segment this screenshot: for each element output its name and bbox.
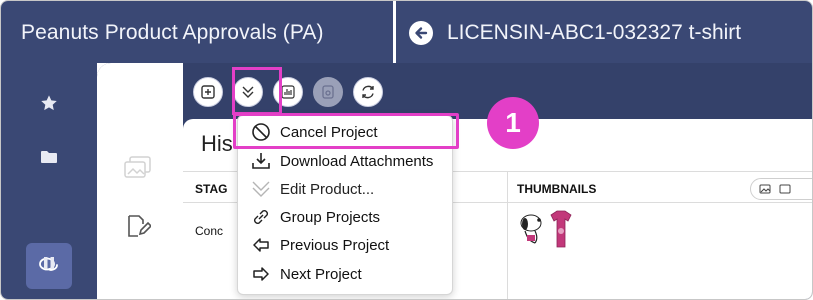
- pause-icon: [44, 257, 54, 269]
- step-badge: 1: [487, 97, 539, 149]
- menu-item-highlight: [233, 113, 459, 149]
- image-gallery-icon[interactable]: [123, 155, 153, 181]
- menu-item-group-projects[interactable]: Group Projects: [238, 203, 454, 231]
- menu-item-download-attachments[interactable]: Download Attachments: [238, 147, 454, 175]
- title-bar: Peanuts Product Approvals (PA) LICENSIN-…: [1, 1, 812, 63]
- column-divider: [507, 171, 508, 299]
- arrow-right-icon: [250, 263, 272, 285]
- folder-icon: [41, 151, 57, 163]
- toolbar-highlight: [232, 67, 282, 115]
- star-icon: [41, 95, 57, 111]
- column-header-thumbnails[interactable]: THUMBNAILS: [517, 182, 596, 196]
- secondary-rail: [97, 63, 183, 299]
- title-divider: [393, 1, 396, 63]
- product-thumbnail[interactable]: [517, 209, 575, 249]
- menu-item-label: Download Attachments: [280, 152, 434, 170]
- sidebar-item-favorites[interactable]: [39, 93, 59, 113]
- menu-item-label: Edit Product...: [280, 180, 375, 198]
- add-button[interactable]: [193, 77, 223, 107]
- tshirt-thumbnail: [550, 210, 572, 248]
- bar-chart-icon: [281, 85, 295, 99]
- back-button[interactable]: [409, 21, 433, 45]
- menu-item-edit-product[interactable]: Edit Product...: [238, 175, 454, 203]
- save-icon: [322, 85, 334, 99]
- add-icon: [201, 85, 215, 99]
- column-header-stage[interactable]: STAG: [195, 182, 227, 196]
- chevron-down-icon: [250, 178, 272, 200]
- link-icon: [250, 206, 272, 228]
- download-icon: [250, 150, 272, 172]
- arrow-left-icon: [250, 234, 272, 256]
- sidebar: [1, 63, 97, 299]
- panel-heading: His: [201, 131, 233, 156]
- app-window: Peanuts Product Approvals (PA) LICENSIN-…: [0, 0, 813, 300]
- sidebar-item-paused[interactable]: [39, 253, 59, 273]
- menu-item-label: Next Project: [280, 265, 362, 283]
- table-cell-stage: Conc: [195, 224, 224, 238]
- menu-item-label: Group Projects: [280, 208, 381, 226]
- menu-item-previous-project[interactable]: Previous Project: [238, 231, 454, 259]
- snoopy-thumbnail: [520, 214, 542, 244]
- view-toggle[interactable]: [750, 178, 812, 200]
- edit-document-icon[interactable]: [125, 213, 151, 239]
- arrow-left-icon: [415, 27, 428, 39]
- save-button[interactable]: [313, 77, 343, 107]
- menu-item-label: Previous Project: [280, 236, 390, 254]
- sidebar-item-projects[interactable]: [39, 147, 59, 167]
- record-title: LICENSIN-ABC1-032327 t-shirt: [447, 21, 742, 44]
- toolbar: [193, 77, 383, 107]
- refresh-icon: [362, 85, 374, 99]
- image-view-icon: [759, 184, 771, 194]
- app-title: Peanuts Product Approvals (PA): [21, 21, 324, 44]
- grid-view-icon: [779, 184, 791, 194]
- menu-item-next-project[interactable]: Next Project: [238, 260, 454, 288]
- refresh-button[interactable]: [353, 77, 383, 107]
